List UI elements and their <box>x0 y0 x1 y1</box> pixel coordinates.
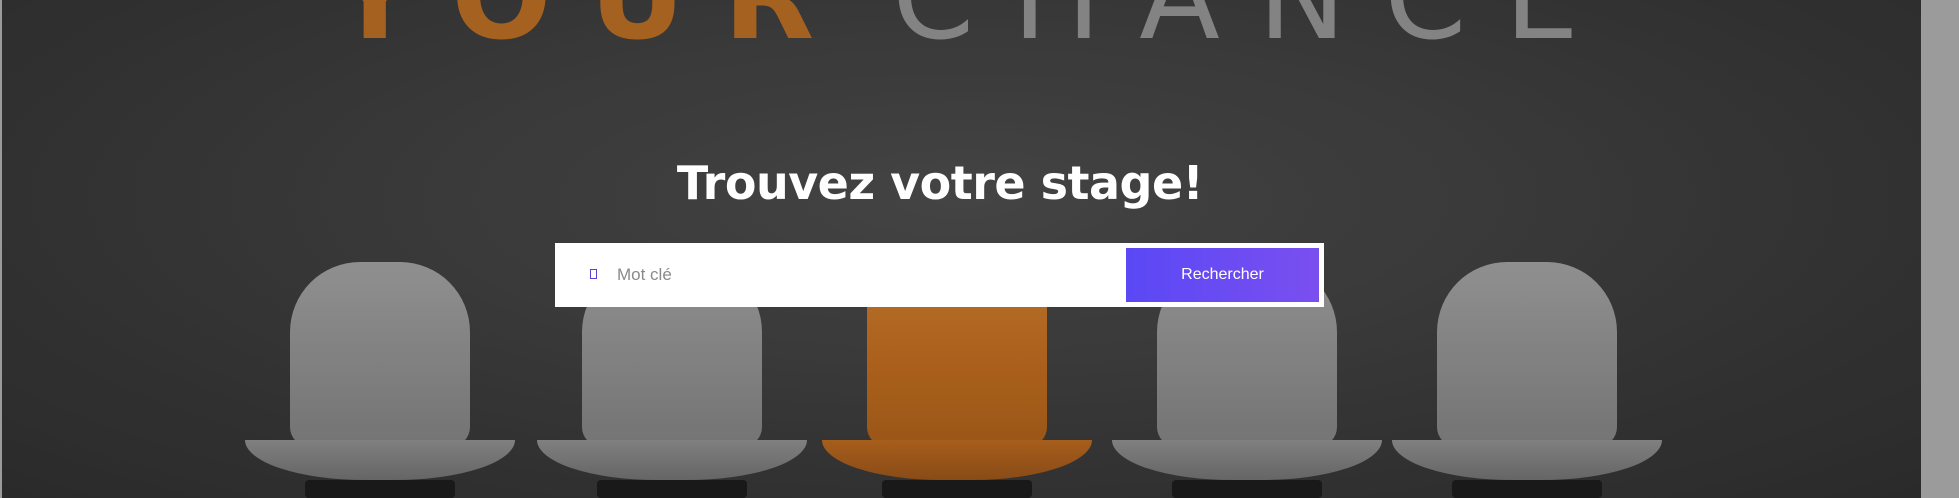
search-input[interactable] <box>617 255 1097 295</box>
search-icon <box>590 269 597 279</box>
scrollbar-track[interactable] <box>1921 0 1959 498</box>
page-title: Trouvez votre stage! <box>676 156 1204 210</box>
search-form: Rechercher <box>555 243 1324 307</box>
page: YOUR CHANCE Trouvez votre stage! Recherc… <box>0 0 1959 498</box>
search-button[interactable]: Rechercher <box>1126 248 1319 302</box>
